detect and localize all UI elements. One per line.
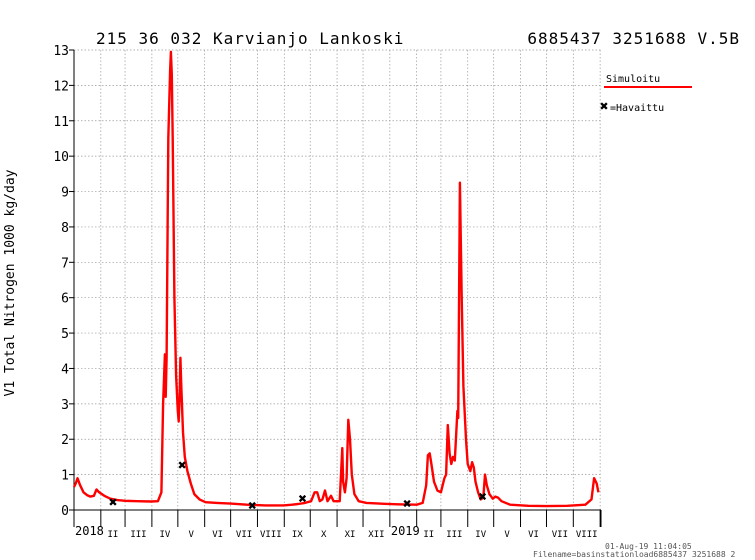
x-month-label-11: II — [423, 530, 434, 540]
y-tick-label-2: 2 — [61, 433, 69, 448]
y-tick-label-5: 5 — [61, 327, 69, 342]
observed-point-4: ✖ — [403, 498, 412, 511]
x-month-label-2: IV — [159, 530, 170, 540]
grid — [74, 49, 601, 510]
axes — [69, 49, 602, 527]
x-year-label-1: 2019 — [391, 524, 420, 538]
y-tick-labels: 012345678910111213 — [53, 44, 69, 519]
x-month-label-6: VIII — [260, 530, 282, 540]
observed-point-3: ✖ — [298, 492, 307, 505]
chart: 215 36 032 Karvianjo Lankoski 6885437 32… — [3, 29, 740, 559]
x-year-label-0: 2018 — [75, 524, 104, 538]
legend-label-havaittu: =Havaittu — [610, 103, 664, 114]
series-markers-havaittu: ✖ ✖ ✖ ✖ ✖ ✖ — [108, 459, 487, 513]
y-tick-label-7: 7 — [61, 256, 69, 271]
observed-point-2: ✖ — [248, 499, 257, 512]
y-tick-label-8: 8 — [61, 221, 69, 236]
x-month-label-15: VI — [528, 530, 539, 540]
legend: Simuloitu ✖ =Havaittu — [599, 74, 692, 114]
y-tick-label-9: 9 — [61, 186, 69, 201]
y-axis-label: V1 Total Nitrogen 1000 kg/day — [3, 169, 18, 396]
y-tick-label-11: 11 — [53, 115, 69, 130]
chart-title-code: 6885437 3251688 V.5B — [527, 29, 740, 48]
y-tick-label-3: 3 — [61, 398, 69, 413]
y-tick-label-0: 0 — [61, 504, 69, 519]
x-month-label-17: VIII — [576, 530, 598, 540]
legend-label-simuloitu: Simuloitu — [606, 74, 660, 85]
y-tick-label-6: 6 — [61, 292, 69, 307]
y-tick-label-1: 1 — [61, 469, 69, 484]
series-line-simuloitu — [72, 50, 600, 508]
y-tick-label-13: 13 — [53, 44, 69, 59]
x-month-label-9: XI — [345, 530, 356, 540]
x-month-label-1: III — [130, 530, 146, 540]
y-tick-label-10: 10 — [53, 150, 69, 165]
x-month-label-5: VII — [236, 530, 252, 540]
x-month-label-10: XII — [368, 530, 384, 540]
y-tick-label-12: 12 — [53, 79, 69, 94]
x-month-label-3: V — [189, 530, 195, 540]
x-month-label-14: V — [504, 530, 510, 540]
y-tick-label-4: 4 — [61, 362, 69, 377]
x-month-label-12: III — [446, 530, 462, 540]
x-month-label-8: X — [321, 530, 327, 540]
x-month-label-0: II — [108, 530, 119, 540]
footer-filename: Filename=basinstationload6885437 3251688… — [533, 550, 735, 559]
observed-point-1: ✖ — [178, 459, 187, 472]
observed-point-5: ✖ — [478, 491, 487, 504]
legend-marker-havaittu: ✖ — [599, 100, 608, 113]
x-month-label-13: IV — [475, 530, 486, 540]
x-month-label-16: VII — [552, 530, 568, 540]
chart-title-station: 215 36 032 Karvianjo Lankoski — [96, 29, 404, 48]
x-tick-labels: II III IV V VI VII VIII IX X XI XII II III IV V VI VII VI… — [75, 524, 598, 540]
observed-point-0: ✖ — [108, 496, 117, 509]
x-month-label-7: IX — [292, 530, 303, 540]
x-month-label-4: VI — [212, 530, 223, 540]
